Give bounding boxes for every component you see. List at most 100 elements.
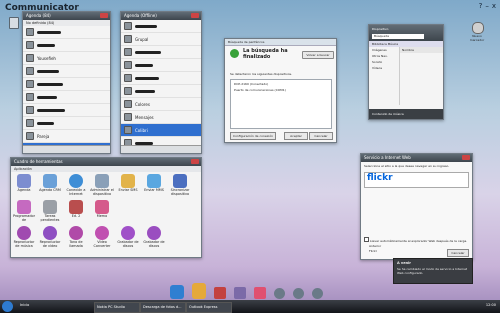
start-button[interactable]	[2, 301, 13, 312]
list-item[interactable]: Pareja	[23, 130, 110, 143]
flickr-option[interactable]: Flickr	[369, 249, 377, 253]
cancel-button[interactable]: Cancelar	[309, 132, 333, 140]
tree-item[interactable]: Vídeos	[369, 65, 399, 71]
mms-icon	[147, 174, 161, 188]
tool-video-converter[interactable]: Vídeo Converter	[89, 226, 115, 248]
calendar-icon	[17, 174, 31, 188]
media-ad: Contenido de música	[369, 109, 443, 119]
contact-name: Grupal	[135, 36, 149, 42]
dock-messages-icon[interactable]	[293, 288, 304, 299]
avatar	[124, 100, 132, 108]
list-item[interactable]: Colores	[121, 98, 201, 111]
phone-icon[interactable]	[9, 17, 19, 29]
panel-footer	[121, 145, 201, 153]
list-item[interactable]	[23, 39, 110, 52]
dock-devices-icon[interactable]	[214, 287, 226, 299]
flickr-cancel-button[interactable]: Cancelar	[447, 249, 469, 257]
tool-mms[interactable]: Enviar MMS	[141, 174, 167, 196]
device-item[interactable]: Puerto de comunicaciones (COM1)	[231, 88, 331, 92]
panel-close-icon[interactable]	[100, 13, 108, 18]
tool-ed2[interactable]: Ed. 2	[63, 200, 89, 222]
list-item[interactable]	[121, 20, 201, 33]
contacts2-title: Agenda (Offline)	[121, 12, 201, 20]
dock-calls-icon[interactable]	[274, 288, 285, 299]
dock-communications-icon[interactable]	[192, 283, 206, 299]
list-item[interactable]	[121, 85, 201, 98]
search-again-button[interactable]: Volver a buscar	[302, 51, 334, 59]
avatar	[124, 22, 132, 30]
taskbar-tab[interactable]: Nokia PC Studio	[94, 302, 140, 313]
avatar	[26, 93, 34, 101]
tool-memo[interactable]: Memo	[89, 200, 115, 222]
name-blur	[37, 108, 65, 112]
tool-video-player[interactable]: Reproductor de vídeo	[37, 226, 63, 248]
search-dialog: Búsqueda de periféricos La búsqueda ha f…	[224, 38, 337, 143]
avatar	[26, 119, 34, 127]
flickr-logo-box[interactable]: flickr	[364, 172, 469, 188]
contacts-panel-2: Agenda (Offline) Grupal Colores Mensajes…	[120, 11, 202, 154]
tool-scheduler[interactable]: Programador de	[11, 200, 37, 222]
tool-sms[interactable]: Enviar SMS	[115, 174, 141, 196]
tooltip-title: A venir	[397, 261, 411, 265]
media-search[interactable]: Búsqueda	[372, 34, 424, 39]
list-item[interactable]: Yousefieh	[23, 52, 110, 65]
dialog-title: Búsqueda de periféricos	[225, 39, 336, 46]
tool-tasks[interactable]: Tareas pendientes	[37, 200, 63, 222]
tool-music-player[interactable]: Reproductor de música	[11, 226, 37, 248]
media-panel: Dispositivo Búsqueda Biblioteca Música I…	[368, 24, 444, 120]
config-button[interactable]: Configuración de conexión	[230, 132, 276, 140]
right-tools[interactable]	[472, 22, 484, 34]
list-item[interactable]: Mensajes	[121, 111, 201, 124]
list-item[interactable]	[121, 72, 201, 85]
converter-icon	[95, 226, 109, 240]
dock-services-icon[interactable]	[170, 285, 184, 299]
check-label: Llevar automáticamente al explorador Web…	[369, 239, 468, 243]
dock-tools-icon[interactable]	[254, 287, 266, 299]
list-item[interactable]	[23, 26, 110, 39]
dock-network-icon[interactable]	[312, 288, 323, 299]
music-icon	[17, 226, 31, 240]
taskbar-tab[interactable]: Descarga de fotos d...	[140, 302, 186, 313]
contacts-list: Yousefieh Pareja	[23, 26, 110, 153]
checkbox[interactable]	[364, 237, 369, 242]
edit-icon	[69, 200, 83, 214]
list-item[interactable]	[23, 104, 110, 117]
list-item[interactable]	[23, 78, 110, 91]
list-item[interactable]	[23, 65, 110, 78]
panel-close-icon[interactable]	[462, 155, 470, 160]
avatar	[124, 35, 132, 43]
tool-disc-burner[interactable]: Grabador de discos	[115, 226, 141, 248]
media-tree: Imágenes Otros Nav. Sonido Vídeos	[369, 47, 400, 105]
tool-agenda[interactable]: Agenda	[11, 174, 37, 196]
tool-agenda-crm[interactable]: Agenda CRM	[37, 174, 63, 196]
list-item[interactable]	[23, 117, 110, 130]
tool-device-manager[interactable]: Administrar el dispositivo	[89, 174, 115, 196]
list-item[interactable]	[121, 46, 201, 59]
tool-ringtone[interactable]: Tono de llamada	[63, 226, 89, 248]
tool-sync[interactable]: Sincronizar dispositivo	[167, 174, 193, 196]
help-icon[interactable]: ?	[479, 2, 483, 10]
name-blur	[135, 63, 153, 67]
list-item-selected[interactable]: Colibri	[121, 124, 201, 137]
ringtone-icon	[69, 226, 83, 240]
panel-close-icon[interactable]	[191, 159, 199, 164]
minimize-icon[interactable]: –	[485, 2, 489, 10]
table-header[interactable]: Nombre	[400, 47, 443, 53]
flickr-check[interactable]: Llevar automáticamente al explorador Web…	[364, 237, 468, 243]
flickr-option[interactable]: Anterior	[369, 244, 381, 248]
tool-internet[interactable]: Conexión a Internet	[63, 174, 89, 196]
taskbar: Inicio Nokia PC Studio Descarga de fotos…	[0, 300, 500, 313]
list-item[interactable]	[121, 59, 201, 72]
close-icon[interactable]: x	[492, 2, 496, 10]
dock-downloads-icon[interactable]	[234, 287, 246, 299]
accept-button[interactable]: Aceptar	[284, 132, 308, 140]
contact-name: Pareja	[37, 133, 50, 139]
flickr-dialog: Servicio a Internet Web Seleccione el si…	[360, 153, 473, 260]
device-item[interactable]: DCP-2160 (Conectado)	[231, 80, 331, 88]
tool-disc-burner-2[interactable]: Grabador de discos	[141, 226, 167, 248]
contact-name: Colores	[135, 101, 150, 107]
taskbar-tab[interactable]: Outlook Express	[186, 302, 232, 313]
panel-close-icon[interactable]	[191, 13, 199, 18]
list-item[interactable]: Grupal	[121, 33, 201, 46]
list-item[interactable]	[23, 91, 110, 104]
